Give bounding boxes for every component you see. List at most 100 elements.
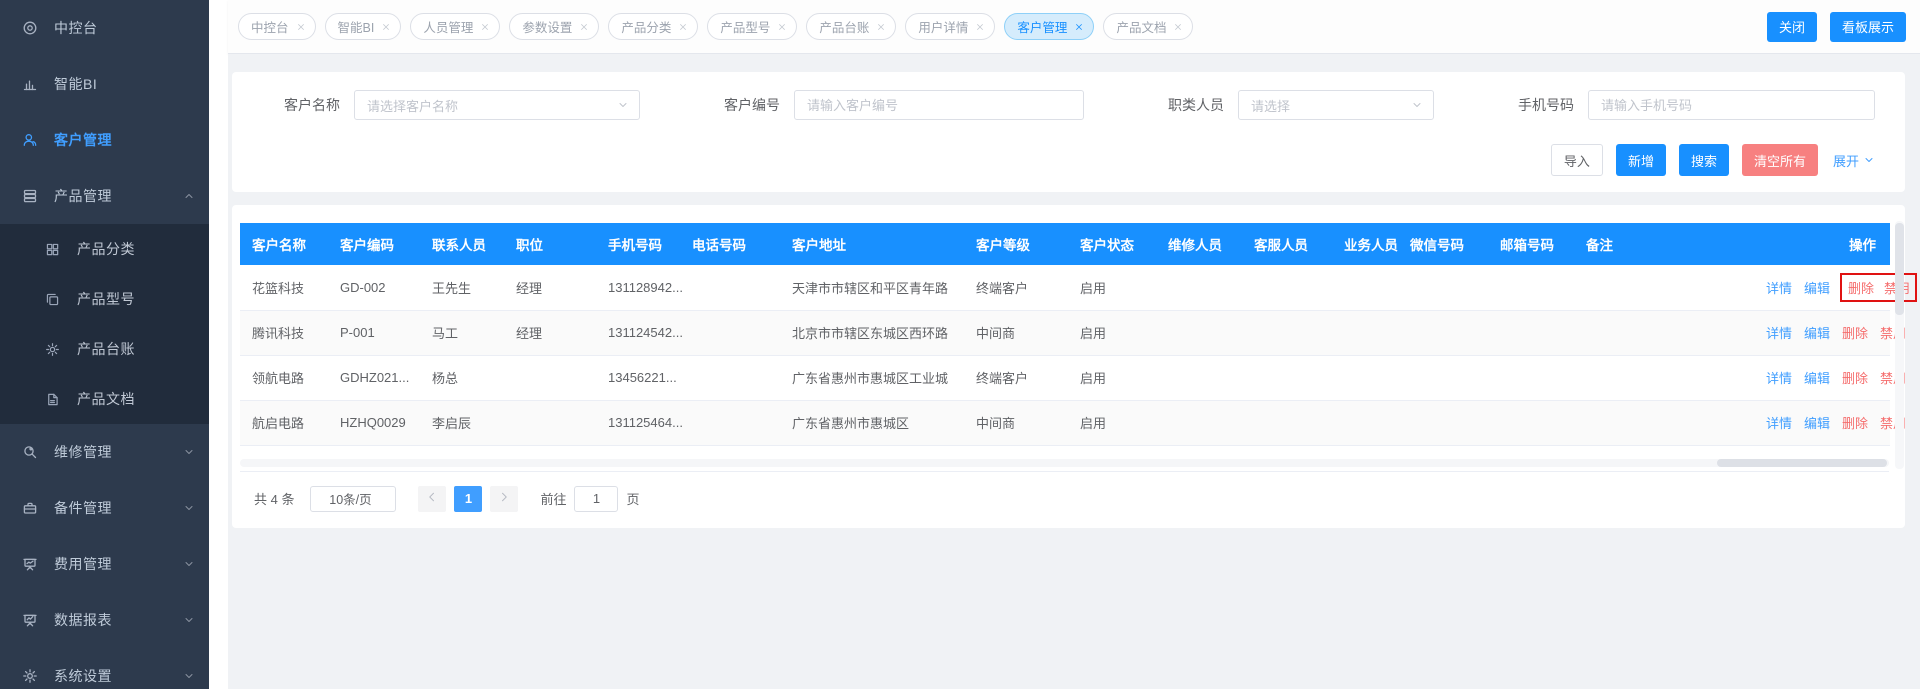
edit-link[interactable]: 编辑 [1804, 281, 1830, 296]
import-button[interactable]: 导入 [1551, 144, 1603, 176]
tab-list: 中控台 智能BI 人员管理 参数设置 产品分类 产品型号产品台账 用户详情 客户管理 产品文档 [238, 13, 1193, 40]
tab-label: 产品分类 [621, 17, 671, 36]
edit-link[interactable]: 编辑 [1804, 371, 1830, 386]
sidebar-scrollbar-gutter[interactable] [209, 0, 228, 689]
sidebar-item-product-mgmt[interactable]: 产品管理 [0, 168, 209, 224]
sidebar-item-customer-mgmt[interactable]: 客户管理 [0, 112, 209, 168]
tab-customer-mgmt[interactable]: 客户管理 [1004, 13, 1094, 40]
row-actions: 详情编辑删除禁用 [1746, 400, 1890, 445]
next-page-button[interactable] [490, 486, 518, 512]
close-icon[interactable] [678, 22, 688, 32]
sidebar-item-expense-mgmt[interactable]: 费用管理 [0, 536, 209, 592]
sidebar-item-spare-parts-mgmt[interactable]: 备件管理 [0, 480, 209, 536]
chevron-down-icon [183, 614, 195, 626]
customer-no-input[interactable] [794, 90, 1084, 120]
delete-link[interactable]: 删除 [1842, 416, 1868, 431]
close-icon[interactable] [296, 22, 306, 32]
close-icon[interactable] [1074, 22, 1084, 32]
close-icon[interactable] [876, 22, 886, 32]
cell-9 [1160, 265, 1246, 310]
prev-page-button[interactable] [418, 486, 446, 512]
column-header-12: 微信号码 [1402, 223, 1492, 265]
detail-link[interactable]: 详情 [1766, 326, 1792, 341]
goto-page-input[interactable] [574, 486, 618, 512]
select-placeholder: 请选择 [1251, 96, 1411, 115]
sidebar-subitem-label: 产品型号 [77, 289, 135, 309]
detail-link[interactable]: 详情 [1766, 281, 1792, 296]
expand-toggle[interactable]: 展开 [1833, 151, 1875, 170]
board-display-button[interactable]: 看板展示 [1830, 12, 1906, 42]
tab-product-category[interactable]: 产品分类 [608, 13, 698, 40]
cell-1: GDHZ021... [332, 355, 424, 400]
tab-product-docs[interactable]: 产品文档 [1103, 13, 1193, 40]
chevron-right-icon [498, 491, 510, 506]
close-icon[interactable] [381, 22, 391, 32]
tab-product-ledger[interactable]: 产品台账 [806, 13, 896, 40]
edit-link[interactable]: 编辑 [1804, 326, 1830, 341]
sidebar-subitem-product-model[interactable]: 产品型号 [0, 274, 209, 324]
tab-product-model[interactable]: 产品型号 [707, 13, 797, 40]
detail-link[interactable]: 详情 [1766, 371, 1792, 386]
tab-label: 用户详情 [918, 17, 968, 36]
tab-personnel-mgmt[interactable]: 人员管理 [410, 13, 500, 40]
delete-link[interactable]: 删除 [1842, 371, 1868, 386]
sidebar-item-repair-mgmt[interactable]: 维修管理 [0, 424, 209, 480]
sidebar-item-dashboard[interactable]: 中控台 [0, 0, 209, 56]
close-icon[interactable] [975, 22, 985, 32]
tab-user-detail[interactable]: 用户详情 [905, 13, 995, 40]
main-area: 中控台智能BI人员管理参数设置产品分类产品型号产品台账用户详情客户管理产品文档 … [228, 0, 1920, 689]
close-icon[interactable] [579, 22, 589, 32]
horizontal-scrollbar-thumb[interactable] [1717, 459, 1887, 467]
horizontal-scrollbar[interactable] [240, 459, 1889, 467]
customers-table: 客户名称客户编码联系人员职位手机号码电话号码客户地址客户等级客户状态维修人员客服… [240, 223, 1890, 446]
table-row: 领航电路GDHZ021...杨总13456221...广东省惠州市惠城区工业城终… [240, 355, 1890, 400]
sidebar: 中控台智能BI客户管理产品管理产品分类产品型号产品台账产品文档维修管理备件管理费… [0, 0, 209, 689]
job-person-select[interactable]: 请选择 [1238, 90, 1434, 120]
delete-link[interactable]: 删除 [1842, 326, 1868, 341]
close-button[interactable]: 关闭 [1767, 12, 1817, 42]
column-header-7: 客户等级 [968, 223, 1072, 265]
sidebar-subitem-product-docs[interactable]: 产品文档 [0, 374, 209, 424]
tab-label: 智能BI [338, 17, 375, 36]
add-button[interactable]: 新增 [1616, 144, 1666, 176]
sidebar-subitem-product-ledger[interactable]: 产品台账 [0, 324, 209, 374]
tab-smart-bi[interactable]: 智能BI [325, 13, 402, 40]
ledger-icon [45, 341, 63, 357]
sidebar-subitem-label: 产品分类 [77, 239, 135, 259]
sidebar-item-data-report[interactable]: 数据报表 [0, 592, 209, 648]
detail-link[interactable]: 详情 [1766, 416, 1792, 431]
close-icon[interactable] [480, 22, 490, 32]
tab-bar: 中控台智能BI人员管理参数设置产品分类产品型号产品台账用户详情客户管理产品文档 … [228, 0, 1920, 54]
tab-dashboard[interactable]: 中控台 [238, 13, 316, 40]
tab-label: 参数设置 [522, 17, 572, 36]
chevron-down-icon [617, 99, 629, 111]
chevron-down-icon [183, 670, 195, 682]
column-header-2: 联系人员 [424, 223, 508, 265]
close-icon[interactable] [777, 22, 787, 32]
sidebar-submenu: 产品分类产品型号产品台账产品文档 [0, 224, 209, 424]
close-icon[interactable] [1173, 22, 1183, 32]
customer-name-select[interactable]: 请选择客户名称 [354, 90, 640, 120]
cell-12 [1402, 355, 1492, 400]
sidebar-item-system-settings[interactable]: 系统设置 [0, 648, 209, 689]
clear-all-button[interactable]: 清空所有 [1742, 144, 1818, 176]
column-header-1: 客户编码 [332, 223, 424, 265]
cell-3: 经理 [508, 310, 600, 355]
page-size-select[interactable]: 10条/页 [310, 486, 396, 512]
search-button[interactable]: 搜索 [1679, 144, 1729, 176]
tab-label: 客户管理 [1017, 17, 1067, 36]
cell-9 [1160, 400, 1246, 445]
vertical-scrollbar-thumb[interactable] [1895, 223, 1904, 315]
tab-param-settings[interactable]: 参数设置 [509, 13, 599, 40]
delete-link[interactable]: 删除 [1848, 278, 1874, 297]
edit-link[interactable]: 编辑 [1804, 416, 1830, 431]
field-label: 客户名称 [270, 95, 340, 115]
chevron-down-icon [1411, 99, 1423, 111]
cell-14 [1578, 310, 1746, 355]
cell-13 [1492, 355, 1578, 400]
sidebar-subitem-product-category[interactable]: 产品分类 [0, 224, 209, 274]
phone-input[interactable] [1588, 90, 1875, 120]
page-number-button[interactable]: 1 [454, 486, 482, 512]
sidebar-item-smart-bi[interactable]: 智能BI [0, 56, 209, 112]
vertical-scrollbar[interactable] [1895, 221, 1904, 469]
